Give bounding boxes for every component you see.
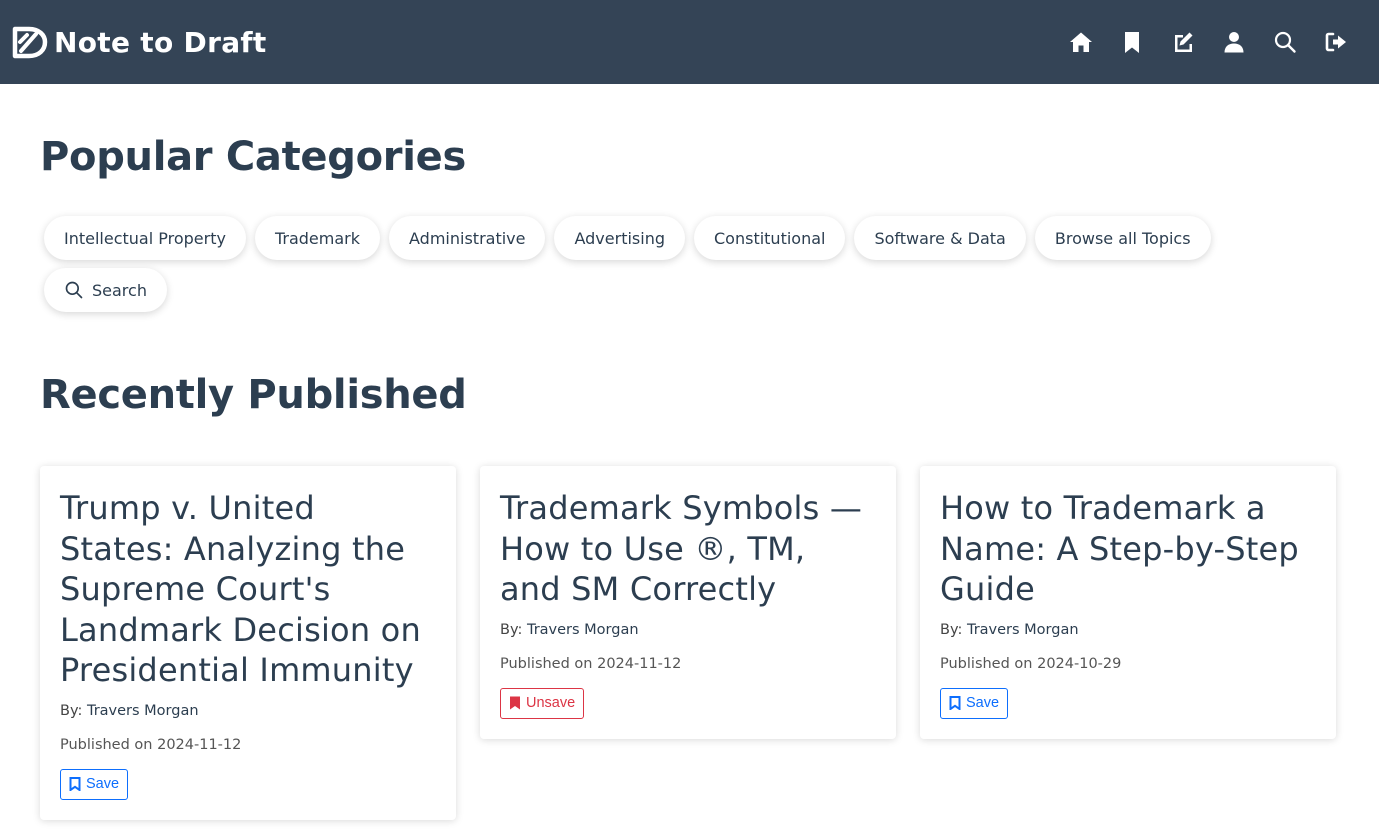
save-button[interactable]: Save [60, 768, 129, 800]
unsave-button[interactable]: Unsave [500, 687, 585, 719]
top-navbar: Note to Draft [0, 0, 1379, 84]
edit-icon[interactable] [1157, 22, 1208, 62]
user-icon[interactable] [1208, 22, 1259, 62]
author-prefix: By: [500, 621, 523, 638]
article-card: How to Trademark a Name: A Step-by-Step … [920, 466, 1336, 739]
article-date: Published on 2024-11-12 [60, 736, 242, 753]
category-chip-administrative[interactable]: Administrative [389, 216, 546, 260]
category-chips: Intellectual Property Trademark Administ… [44, 216, 1244, 320]
search-chip[interactable]: Search [44, 268, 167, 312]
author-prefix: By: [940, 621, 963, 638]
article-author: By: Travers Morgan [500, 622, 876, 638]
article-cards: Trump v. United States: Analyzing the Su… [40, 466, 1360, 820]
author-name: Travers Morgan [86, 702, 199, 719]
author-name: Travers Morgan [526, 621, 639, 638]
recently-published-title: Recently Published [40, 372, 467, 418]
article-title[interactable]: Trump v. United States: Analyzing the Su… [60, 488, 436, 691]
bookmark-outline-icon [69, 777, 81, 791]
bookmark-filled-icon [510, 696, 520, 710]
brand-link[interactable]: Note to Draft [12, 24, 267, 60]
popular-categories-title: Popular Categories [40, 134, 466, 180]
save-button-label: Save [86, 776, 120, 792]
article-date: Published on 2024-11-12 [500, 655, 682, 672]
brand-name: Note to Draft [54, 25, 267, 59]
author-prefix: By: [60, 702, 83, 719]
article-title[interactable]: How to Trademark a Name: A Step-by-Step … [940, 488, 1316, 610]
author-name: Travers Morgan [966, 621, 1079, 638]
article-card: Trump v. United States: Analyzing the Su… [40, 466, 456, 820]
article-card: Trademark Symbols — How to Use ®, TM, an… [480, 466, 896, 739]
article-author: By: Travers Morgan [60, 703, 436, 719]
article-date: Published on 2024-10-29 [940, 655, 1122, 672]
search-chip-label: Search [92, 280, 147, 300]
unsave-button-label: Unsave [526, 695, 576, 711]
save-button-label: Save [966, 695, 1000, 711]
category-chip-advertising[interactable]: Advertising [554, 216, 685, 260]
search-icon [65, 281, 83, 299]
home-icon[interactable] [1055, 22, 1106, 62]
bookmark-icon[interactable] [1106, 22, 1157, 62]
category-chip-intellectual-property[interactable]: Intellectual Property [44, 216, 246, 260]
category-chip-constitutional[interactable]: Constitutional [694, 216, 846, 260]
nav-icons [1055, 22, 1361, 62]
browse-all-topics-chip[interactable]: Browse all Topics [1034, 216, 1211, 260]
save-button[interactable]: Save [940, 687, 1009, 719]
logout-icon[interactable] [1310, 22, 1361, 62]
article-title[interactable]: Trademark Symbols — How to Use ®, TM, an… [500, 488, 876, 610]
article-author: By: Travers Morgan [940, 622, 1316, 638]
category-chip-trademark[interactable]: Trademark [254, 216, 381, 260]
search-icon[interactable] [1259, 22, 1310, 62]
category-chip-software-data[interactable]: Software & Data [854, 216, 1026, 260]
bookmark-outline-icon [949, 696, 961, 710]
brand-logo-icon [12, 26, 48, 59]
